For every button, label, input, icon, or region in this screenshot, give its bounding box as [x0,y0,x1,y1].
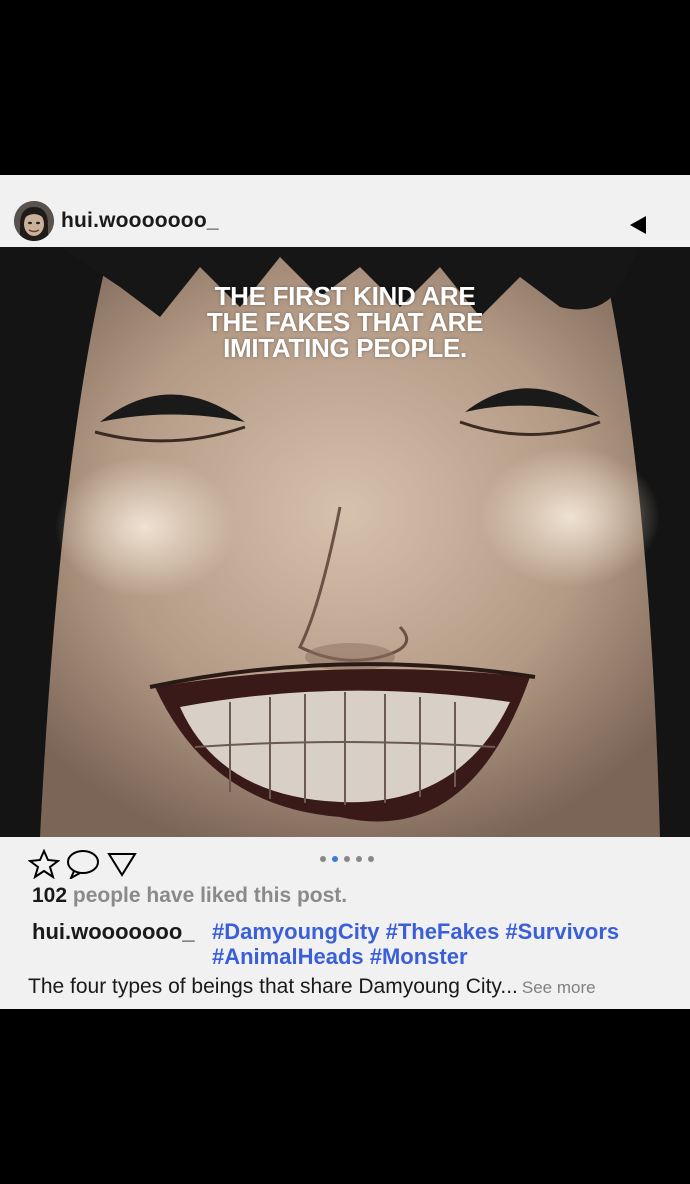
likes-count[interactable]: 102 [32,884,67,907]
triangle-left-icon[interactable] [628,215,648,235]
avatar[interactable] [14,201,54,241]
post-header: hui.wooooooo_ [0,175,690,247]
overlay-line: THE FIRST KIND ARE [214,281,476,311]
post-overlay-text: THE FIRST KIND ARE THE FAKES THAT ARE IM… [0,283,690,361]
overlay-line: THE FAKES THAT ARE [206,307,484,337]
post-description: The four types of beings that share Damy… [28,975,596,999]
carousel-dot[interactable] [344,856,350,862]
speech-bubble-icon[interactable] [66,849,100,884]
post-username[interactable]: hui.wooooooo_ [61,209,219,233]
caption-username[interactable]: hui.wooooooo_ [32,919,195,944]
carousel-dot-active[interactable] [332,856,338,862]
description-text: The four types of beings that share Damy… [28,975,518,998]
carousel-dot[interactable] [356,856,362,862]
post-card: hui.wooooooo_ THE FIRST KIND ARE THE FAK… [0,175,690,1009]
triangle-down-icon[interactable] [107,849,137,884]
caption-hashtags[interactable]: #DamyoungCity #TheFakes #Survivors #Anim… [212,919,682,969]
likes-text: 102 people have liked this post. [32,884,347,908]
carousel-dot[interactable] [368,856,374,862]
carousel-dot[interactable] [320,856,326,862]
post-image[interactable]: THE FIRST KIND ARE THE FAKES THAT ARE IM… [0,247,690,837]
see-more-link[interactable]: See more [522,978,596,997]
overlay-line: IMITATING PEOPLE. [223,333,467,363]
likes-label: people have liked this post. [72,884,348,907]
star-icon[interactable] [27,848,61,884]
